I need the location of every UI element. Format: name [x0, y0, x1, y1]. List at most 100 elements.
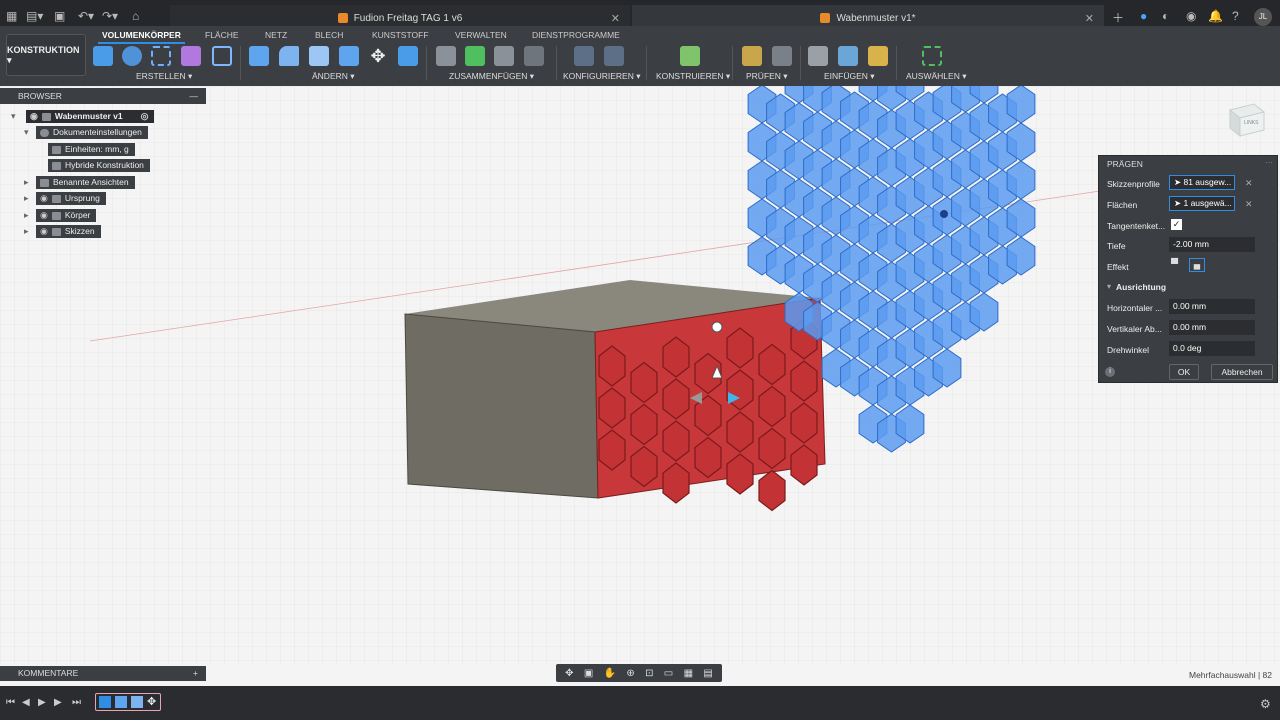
group-aendern[interactable]: ÄNDERN ▾: [312, 71, 355, 82]
sketch-feature-icon[interactable]: [99, 696, 111, 708]
measure-icon[interactable]: [742, 46, 762, 66]
workspace-switcher[interactable]: KONSTRUKTION ▾: [6, 34, 86, 76]
chevron-down-icon[interactable]: ▾: [24, 127, 29, 138]
tab-volumenkoerper[interactable]: VOLUMENKÖRPER: [98, 30, 185, 44]
chevron-right-icon[interactable]: ▸: [24, 177, 29, 188]
browser-item-units[interactable]: Einheiten: mm, g: [48, 143, 135, 156]
extrude-icon[interactable]: [122, 46, 142, 66]
undo-icon[interactable]: ↶▾: [78, 9, 94, 23]
clear-selection-icon[interactable]: ✕: [1245, 199, 1253, 210]
comments-panel[interactable]: KOMMENTARE +: [0, 666, 206, 681]
viewcube[interactable]: LINKS: [1224, 102, 1268, 138]
chevron-down-icon[interactable]: ▾: [1107, 282, 1111, 291]
eye-icon[interactable]: ◉: [40, 209, 48, 222]
create-sketch-icon[interactable]: [212, 46, 232, 66]
group-konfigurieren[interactable]: KONFIGURIEREN ▾: [563, 71, 640, 82]
collapse-icon[interactable]: —: [190, 88, 199, 104]
step-forward-icon[interactable]: ▶: [54, 697, 62, 708]
cancel-button[interactable]: Abbrechen: [1211, 364, 1273, 380]
expand-icon[interactable]: ⋯: [1265, 158, 1273, 167]
deboss-effect-icon[interactable]: ▄: [1189, 258, 1205, 272]
gear-icon[interactable]: ⚙: [1260, 697, 1271, 711]
sketch-point[interactable]: [940, 210, 948, 218]
close-tab-icon[interactable]: ✕: [611, 12, 620, 25]
timeline-features[interactable]: ✥: [95, 693, 161, 711]
sketch-feature-icon[interactable]: [115, 696, 127, 708]
new-component-icon[interactable]: [93, 46, 113, 66]
move-icon[interactable]: ✥: [368, 46, 388, 66]
display-settings-icon[interactable]: ▭: [664, 668, 673, 679]
active-radio-icon[interactable]: ◎: [141, 110, 149, 123]
tab-netz[interactable]: NETZ: [265, 30, 287, 40]
redo-icon[interactable]: ↷▾: [102, 9, 118, 23]
browser-header[interactable]: BROWSER —: [0, 88, 206, 104]
drehwinkel-input[interactable]: 0.0 deg: [1169, 341, 1255, 356]
joint-origin-icon[interactable]: [494, 46, 514, 66]
file-icon[interactable]: ▤▾: [26, 9, 43, 23]
home-icon[interactable]: ⌂: [132, 9, 139, 23]
go-to-end-icon[interactable]: ⏭: [72, 697, 81, 708]
online-icon[interactable]: ◉: [1186, 9, 1196, 23]
chevron-down-icon[interactable]: ▾: [11, 111, 16, 122]
app-grid-icon[interactable]: ▦: [6, 9, 17, 23]
ok-button[interactable]: OK: [1169, 364, 1199, 380]
zoom-icon[interactable]: ⊕: [626, 668, 634, 679]
notifications-icon[interactable]: 🔔: [1208, 9, 1223, 23]
viewports-icon[interactable]: ▤: [703, 668, 712, 679]
align-icon[interactable]: [398, 46, 418, 66]
browser-root[interactable]: ◉ Wabenmuster v1 ◎: [26, 110, 155, 123]
group-erstellen[interactable]: ERSTELLEN ▾: [136, 71, 192, 82]
insert-mesh-icon[interactable]: [868, 46, 888, 66]
orbit-icon[interactable]: ✥: [565, 668, 573, 679]
manipulator-origin[interactable]: [711, 321, 723, 333]
dialog-title[interactable]: PRÄGEN: [1107, 159, 1143, 169]
configure-icon[interactable]: [604, 46, 624, 66]
tab-kunststoff[interactable]: KUNSTSTOFF: [372, 30, 429, 40]
parameters-icon[interactable]: [574, 46, 594, 66]
canvas-viewport[interactable]: [0, 86, 1280, 664]
grid-icon[interactable]: ▦: [684, 668, 693, 679]
new-tab-icon[interactable]: ＋: [1112, 9, 1124, 26]
pan-icon[interactable]: ✋: [604, 668, 616, 679]
close-tab-icon[interactable]: ✕: [1085, 12, 1094, 25]
chevron-right-icon[interactable]: ▸: [24, 210, 29, 221]
shell-icon[interactable]: [309, 46, 329, 66]
skizzenprofile-selector[interactable]: ➤ 81 ausgew...: [1169, 175, 1235, 190]
ausrichtung-section[interactable]: Ausrichtung: [1116, 282, 1166, 292]
tiefe-input[interactable]: -2.00 mm: [1169, 237, 1255, 252]
extensions-icon[interactable]: ●: [1140, 9, 1147, 23]
rigid-group-icon[interactable]: [524, 46, 544, 66]
tab-flaeche[interactable]: FLÄCHE: [205, 30, 239, 40]
info-icon[interactable]: i: [1105, 367, 1115, 377]
insert-image-icon[interactable]: [838, 46, 858, 66]
eye-icon[interactable]: ◉: [40, 192, 48, 205]
flaechen-selector[interactable]: ➤ 1 ausgewä...: [1169, 196, 1235, 211]
go-to-start-icon[interactable]: ⏮: [6, 697, 15, 708]
vertikal-input[interactable]: 0.00 mm: [1169, 320, 1255, 335]
select-icon[interactable]: [922, 46, 942, 66]
group-auswaehlen[interactable]: AUSWÄHLEN ▾: [906, 71, 966, 82]
look-at-icon[interactable]: ▣: [584, 668, 593, 679]
eye-icon[interactable]: ◉: [30, 110, 38, 123]
tangent-chain-checkbox[interactable]: ✓: [1171, 219, 1182, 230]
tab-blech[interactable]: BLECH: [315, 30, 343, 40]
group-zusammenfuegen[interactable]: ZUSAMMENFÜGEN ▾: [449, 71, 534, 82]
help-icon[interactable]: ?: [1232, 9, 1239, 23]
move-feature-icon[interactable]: ✥: [147, 695, 156, 708]
avatar[interactable]: JL: [1254, 8, 1272, 26]
browser-item-bodies[interactable]: ◉ Körper: [36, 209, 97, 222]
joint-icon[interactable]: [436, 46, 456, 66]
group-konstruieren[interactable]: KONSTRUIEREN ▾: [656, 71, 730, 82]
press-pull-icon[interactable]: [249, 46, 269, 66]
browser-item-sketches[interactable]: ◉ Skizzen: [36, 225, 101, 238]
group-pruefen[interactable]: PRÜFEN ▾: [746, 71, 788, 82]
eye-icon[interactable]: ◉: [40, 225, 48, 238]
tab-dienstprogramme[interactable]: DIENSTPROGRAMME: [532, 30, 620, 40]
browser-item-hybrid[interactable]: Hybride Konstruktion: [48, 159, 150, 172]
insert-derive-icon[interactable]: [808, 46, 828, 66]
emboss-effect-icon[interactable]: ▀: [1171, 259, 1183, 271]
tab-verwalten[interactable]: VERWALTEN: [455, 30, 507, 40]
combine-icon[interactable]: [339, 46, 359, 66]
sketch-icon[interactable]: [151, 46, 171, 66]
job-status-icon[interactable]: ◐: [1162, 9, 1169, 23]
